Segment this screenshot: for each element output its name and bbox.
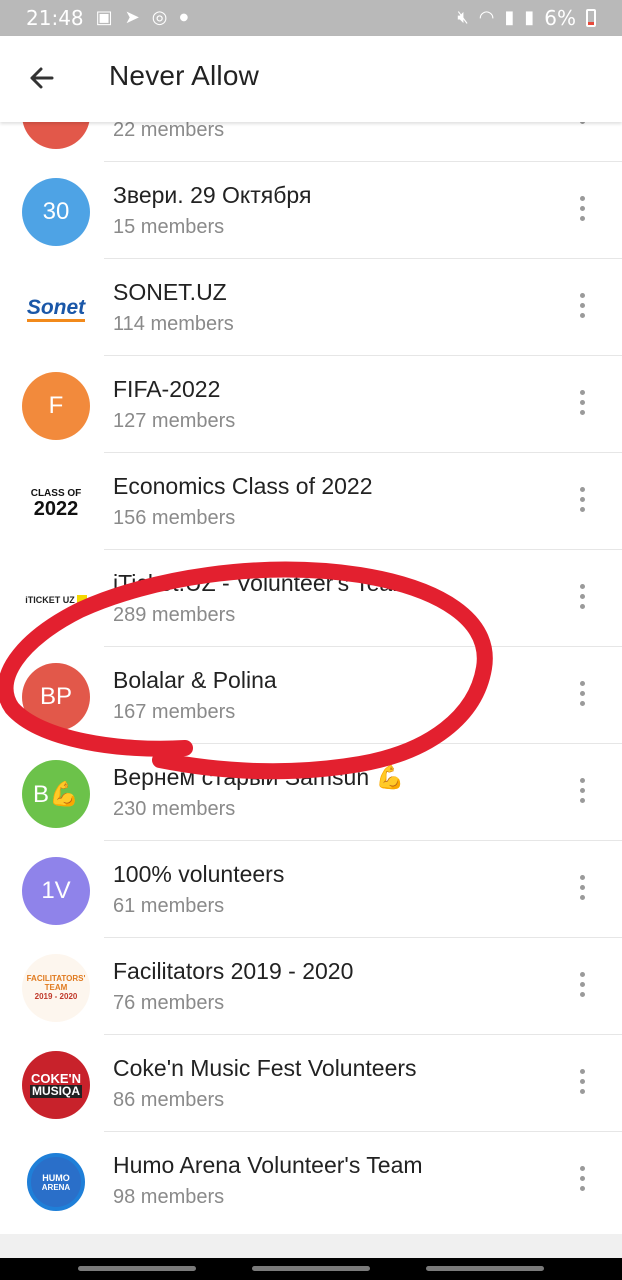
more-options-icon[interactable] <box>568 681 596 711</box>
avatar: B💪 <box>22 760 90 828</box>
group-name: Coke'n Music Fest Volunteers <box>113 1055 417 1081</box>
group-row-9[interactable]: FACILITATORS' TEAM 2019 - 2020 Facilitat… <box>0 938 622 1035</box>
system-nav-bar <box>0 1258 622 1280</box>
battery-percent: 6% <box>544 6 576 30</box>
avatar: 30 <box>22 178 90 246</box>
instagram-icon: ◎ <box>151 7 168 28</box>
status-time: 21:48 <box>26 6 84 30</box>
group-name: Facilitators 2019 - 2020 <box>113 958 354 984</box>
iticket-logo-icon: iTICKET UZ <box>22 566 90 634</box>
more-options-icon[interactable] <box>568 487 596 517</box>
group-name: FIFA-2022 <box>113 376 221 402</box>
nav-home-pill[interactable] <box>252 1266 370 1271</box>
signal-icon-2: ▮ <box>524 7 535 28</box>
group-row-8[interactable]: 1V 100% volunteers 61 members <box>0 841 622 938</box>
more-options-icon[interactable] <box>568 972 596 1002</box>
more-options-icon[interactable] <box>568 293 596 323</box>
group-row-5[interactable]: iTICKET UZ iTicket.UZ - Volunteer's Team… <box>0 550 622 647</box>
more-options-icon[interactable] <box>568 390 596 420</box>
gallery-icon: ▣ <box>95 7 113 28</box>
group-members: 22 members <box>113 122 225 141</box>
back-arrow-icon[interactable] <box>24 60 60 96</box>
group-row-3[interactable]: F FIFA-2022 127 members <box>0 356 622 453</box>
more-options-icon[interactable] <box>568 778 596 808</box>
group-row-1[interactable]: 30 Звери. 29 Октября 15 members <box>0 162 622 259</box>
group-row-4[interactable]: CLASS OF 2022 Economics Class of 2022 15… <box>0 453 622 550</box>
dot-icon: ● <box>179 12 189 23</box>
more-options-icon[interactable] <box>568 1069 596 1099</box>
group-row-7[interactable]: B💪 Вернем старый Samsun 💪 230 members <box>0 744 622 841</box>
mute-icon: 🔇︎ <box>457 7 469 28</box>
group-members: 114 members <box>113 313 234 335</box>
nav-back-pill[interactable] <box>426 1266 544 1271</box>
app-bar: Never Allow <box>0 36 622 122</box>
avatar: 1V <box>22 857 90 925</box>
group-members: 167 members <box>113 701 236 723</box>
humo-arena-logo-icon: HUMO ARENA <box>22 1148 90 1216</box>
class-of-2022-logo-icon: CLASS OF 2022 <box>22 469 90 537</box>
coke-music-logo-icon: COKE'N MUSIQA <box>22 1051 90 1119</box>
status-bar: 21:48 ▣ ➤ ◎ ● 🔇︎ ◠ ▮ ▮ 6% <box>0 0 622 36</box>
group-name: iTicket.UZ - Volunteer's Team <box>113 570 412 596</box>
nav-recent-pill[interactable] <box>78 1266 196 1271</box>
group-members: 15 members <box>113 216 225 238</box>
group-row-2[interactable]: Sonet SONET.UZ 114 members <box>0 259 622 356</box>
more-options-icon[interactable] <box>568 875 596 905</box>
group-members: 156 members <box>113 507 236 529</box>
group-row-6[interactable]: BP Bolalar & Polina 167 members <box>0 647 622 744</box>
group-name: Humo Arena Volunteer's Team <box>113 1152 423 1178</box>
more-options-icon[interactable] <box>568 196 596 226</box>
group-name: 100% volunteers <box>113 861 285 887</box>
more-options-icon[interactable] <box>568 1166 596 1196</box>
group-name: Звери. 29 Октября <box>113 182 312 208</box>
signal-icon: ▮ <box>504 7 515 28</box>
group-name: Вернем старый Samsun 💪 <box>113 764 405 790</box>
group-row-0[interactable]: 22 members <box>0 122 622 162</box>
group-name: Bolalar & Polina <box>113 667 277 693</box>
avatar <box>22 122 90 149</box>
group-list: 22 members 30 Звери. 29 Октября 15 membe… <box>0 122 622 1234</box>
battery-icon <box>586 9 596 27</box>
group-members: 61 members <box>113 895 225 917</box>
group-members: 289 members <box>113 604 236 626</box>
list-footer <box>0 1234 622 1258</box>
more-options-icon[interactable] <box>568 584 596 614</box>
sonet-logo-icon: Sonet <box>22 275 90 343</box>
page-title: Never Allow <box>109 60 260 91</box>
facilitators-logo-icon: FACILITATORS' TEAM 2019 - 2020 <box>22 954 90 1022</box>
group-members: 86 members <box>113 1089 225 1111</box>
group-members: 76 members <box>113 992 225 1014</box>
wifi-icon: ◠ <box>478 7 495 28</box>
group-row-10[interactable]: COKE'N MUSIQA Coke'n Music Fest Voluntee… <box>0 1035 622 1132</box>
group-members: 98 members <box>113 1186 225 1208</box>
avatar: BP <box>22 663 90 731</box>
group-name: Economics Class of 2022 <box>113 473 373 499</box>
group-row-11[interactable]: HUMO ARENA Humo Arena Volunteer's Team 9… <box>0 1132 622 1229</box>
group-name: SONET.UZ <box>113 279 227 305</box>
avatar: F <box>22 372 90 440</box>
more-options-icon[interactable] <box>568 122 596 129</box>
group-members: 230 members <box>113 798 236 820</box>
telegram-icon: ➤ <box>124 7 140 28</box>
group-members: 127 members <box>113 410 236 432</box>
